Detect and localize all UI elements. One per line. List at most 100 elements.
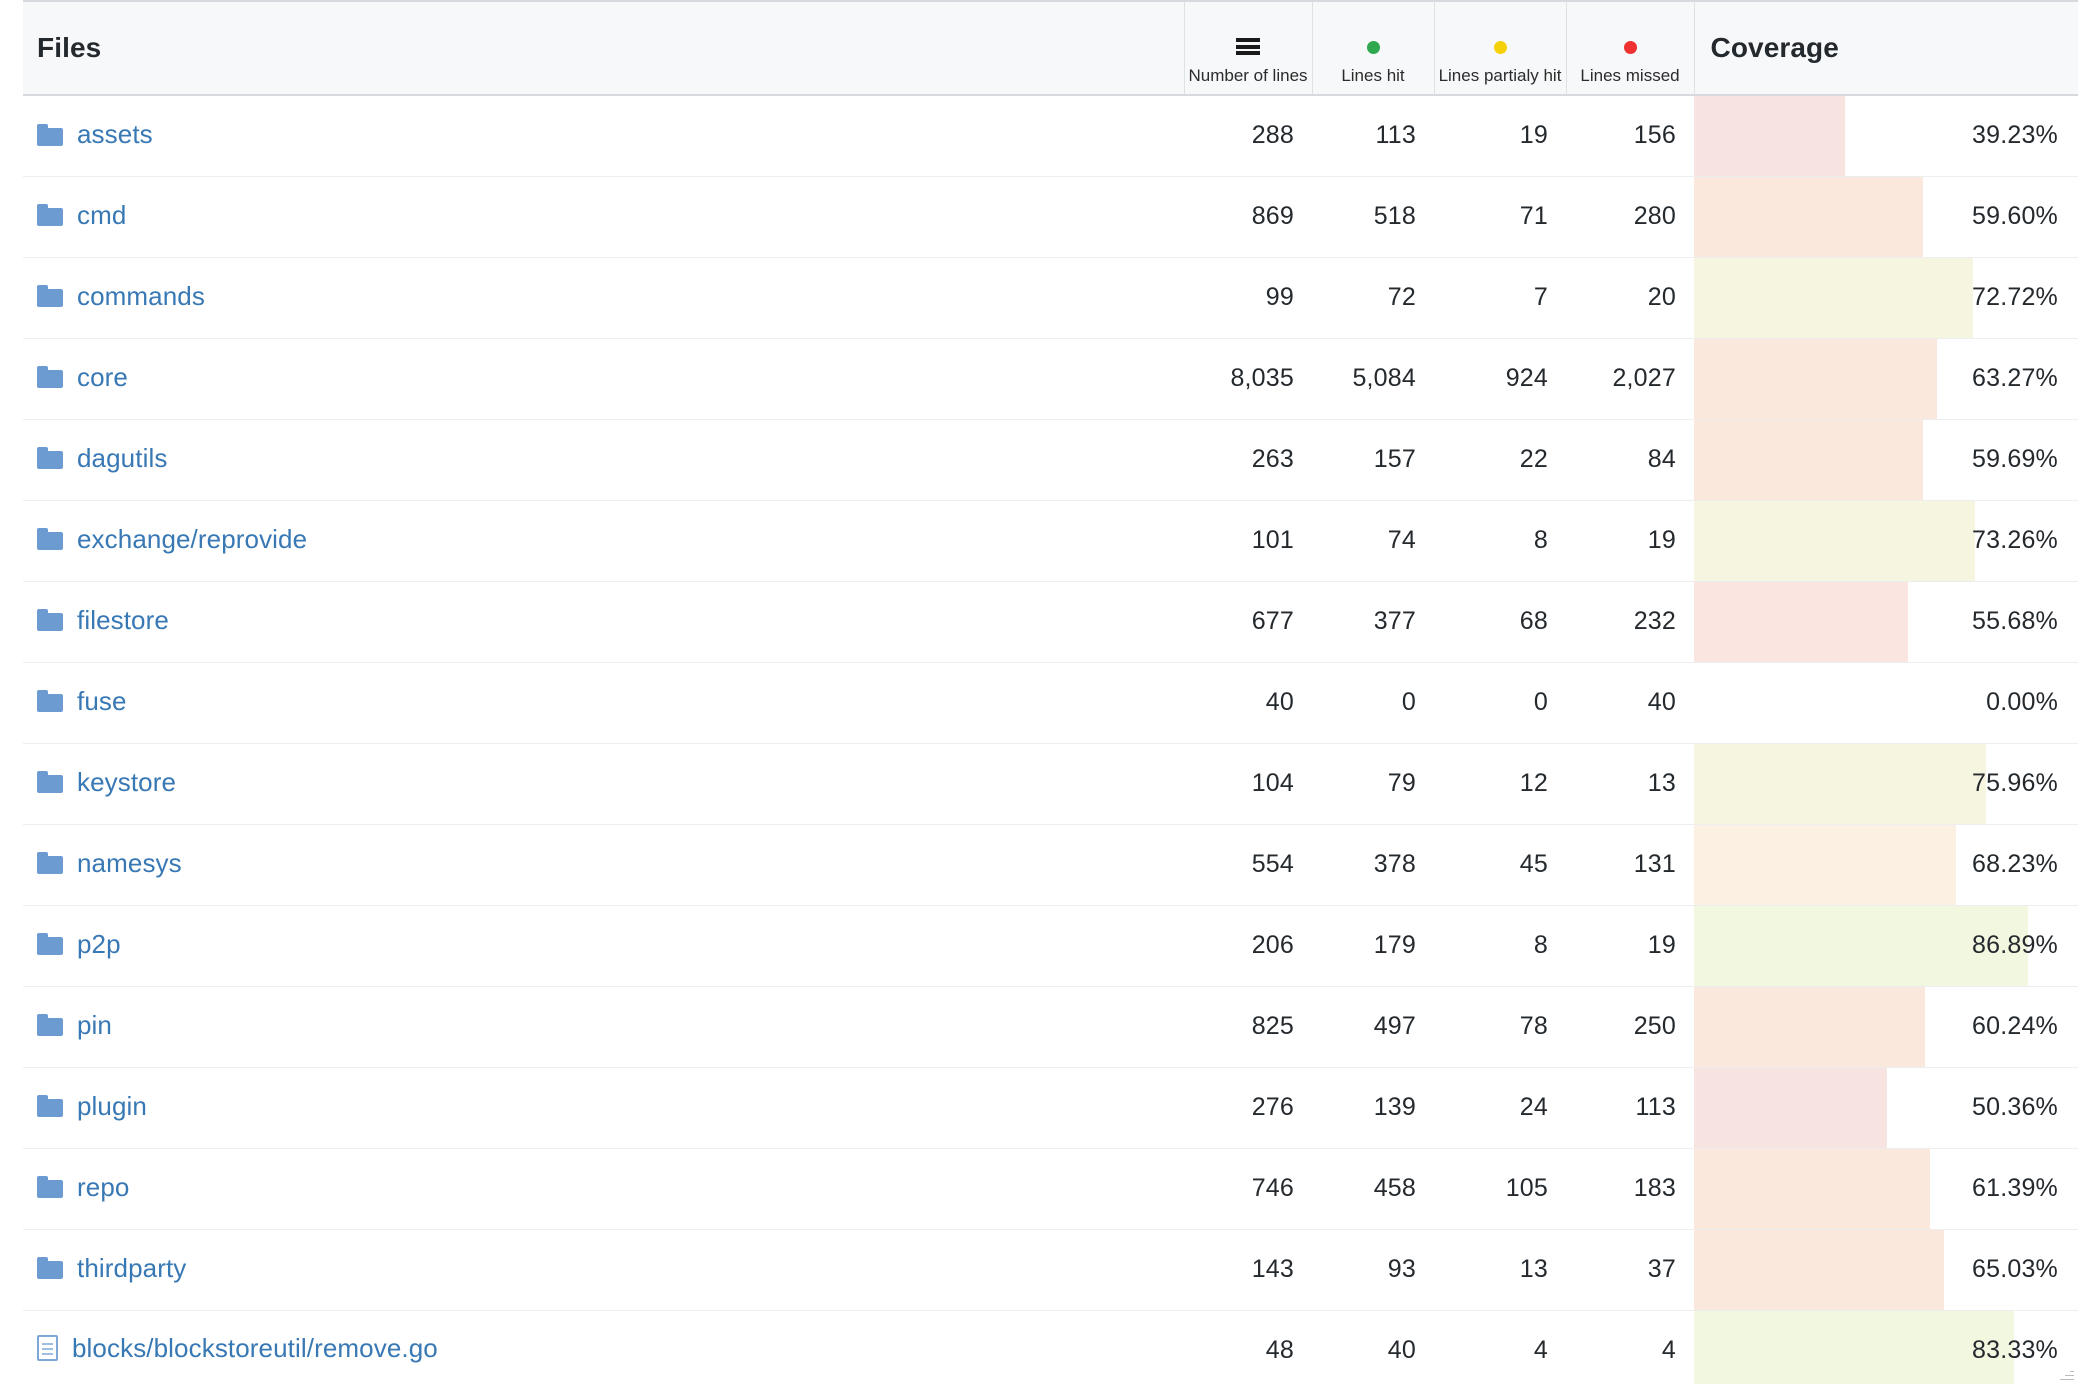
coverage-percent: 73.26% bbox=[1972, 526, 2058, 554]
lines-missed-cell: 131 bbox=[1566, 824, 1694, 906]
file-name-label: cmd bbox=[77, 199, 127, 230]
file-link[interactable]: blocks/blockstoreutil/remove.go bbox=[37, 1333, 438, 1364]
table-row: repo 746 458 105 183 61.39% bbox=[23, 1148, 2078, 1230]
column-header-files[interactable]: Files bbox=[23, 2, 1184, 96]
lines-hit-cell: 458 bbox=[1312, 1148, 1434, 1230]
file-link[interactable]: fuse bbox=[37, 686, 127, 717]
file-link[interactable]: assets bbox=[37, 119, 153, 150]
file-name-label: namesys bbox=[77, 847, 182, 878]
column-header-number-of-lines[interactable]: Number of lines bbox=[1183, 2, 1312, 96]
table-header-row: Files Number of lines Lines hit Lines pa… bbox=[23, 2, 2078, 96]
file-link[interactable]: exchange/reprovide bbox=[37, 524, 307, 555]
lines-partialy-hit-cell: 19 bbox=[1434, 95, 1566, 177]
number-of-lines-cell: 40 bbox=[1184, 662, 1312, 744]
coverage-percent: 39.23% bbox=[1972, 121, 2058, 150]
coverage-percent: 72.72% bbox=[1972, 283, 2058, 311]
coverage-percent: 75.96% bbox=[1972, 769, 2058, 797]
coverage-report-page: Files Number of lines Lines hit Lines pa… bbox=[0, 0, 2078, 1384]
file-link[interactable]: cmd bbox=[37, 200, 126, 231]
lines-partialy-hit-cell: 71 bbox=[1434, 176, 1566, 258]
file-name-cell: exchange/reprovide bbox=[23, 500, 1184, 582]
file-link[interactable]: core bbox=[37, 362, 128, 393]
file-link[interactable]: repo bbox=[37, 1172, 129, 1203]
lines-partialy-hit-cell: 8 bbox=[1434, 905, 1566, 987]
folder-icon bbox=[37, 204, 63, 227]
lines-missed-cell: 156 bbox=[1566, 95, 1694, 177]
lines-hit-cell: 74 bbox=[1312, 500, 1434, 582]
lines-hit-cell: 113 bbox=[1312, 95, 1434, 177]
column-header-lines-hit[interactable]: Lines hit bbox=[1311, 2, 1434, 96]
file-link[interactable]: keystore bbox=[37, 767, 176, 798]
lines-hit-cell: 0 bbox=[1312, 662, 1434, 744]
column-header-lines-missed[interactable]: Lines missed bbox=[1565, 2, 1694, 96]
lines-missed-cell: 40 bbox=[1566, 662, 1694, 744]
table-row: namesys 554 378 45 131 68.23% bbox=[23, 824, 2078, 906]
yellow-dot-icon bbox=[1493, 41, 1507, 54]
column-header-coverage[interactable]: Coverage bbox=[1693, 2, 2078, 96]
file-link[interactable]: thirdparty bbox=[37, 1253, 186, 1284]
file-name-label: pin bbox=[77, 1009, 112, 1040]
coverage-bar bbox=[1694, 1067, 1888, 1148]
column-header-lines-partialy-hit[interactable]: Lines partialy hit bbox=[1433, 2, 1566, 96]
lines-partialy-hit-cell: 45 bbox=[1434, 824, 1566, 906]
coverage-cell: 83.33% bbox=[1694, 1310, 2078, 1384]
lines-missed-cell: 280 bbox=[1566, 176, 1694, 258]
file-name-cell: cmd bbox=[23, 176, 1184, 258]
folder-icon bbox=[37, 447, 63, 470]
number-of-lines-cell: 869 bbox=[1184, 176, 1312, 258]
file-name-label: blocks/blockstoreutil/remove.go bbox=[72, 1332, 438, 1363]
number-of-lines-cell: 554 bbox=[1184, 824, 1312, 906]
file-icon bbox=[37, 1335, 58, 1362]
file-name-cell: fuse bbox=[23, 662, 1184, 744]
table-row: filestore 677 377 68 232 55.68% bbox=[23, 581, 2078, 663]
lines-partialy-hit-cell: 68 bbox=[1434, 581, 1566, 663]
coverage-cell: 63.27% bbox=[1694, 338, 2078, 420]
file-link[interactable]: pin bbox=[37, 1010, 112, 1041]
lines-hit-cell: 5,084 bbox=[1312, 338, 1434, 420]
coverage-percent: 83.33% bbox=[1972, 1336, 2058, 1364]
file-name-label: plugin bbox=[77, 1090, 147, 1121]
coverage-cell: 65.03% bbox=[1694, 1229, 2078, 1311]
lines-partialy-hit-cell: 8 bbox=[1434, 500, 1566, 582]
lines-hit-cell: 497 bbox=[1312, 986, 1434, 1068]
file-name-label: commands bbox=[77, 280, 205, 311]
folder-icon bbox=[37, 285, 63, 308]
file-name-cell: plugin bbox=[23, 1067, 1184, 1149]
folder-icon bbox=[37, 123, 63, 146]
file-name-label: repo bbox=[77, 1171, 130, 1202]
file-link[interactable]: filestore bbox=[37, 605, 169, 636]
folder-icon bbox=[37, 1095, 63, 1118]
lines-hit-cell: 79 bbox=[1312, 743, 1434, 825]
file-name-label: assets bbox=[77, 119, 153, 149]
file-link[interactable]: commands bbox=[37, 281, 205, 312]
lines-missed-cell: 2,027 bbox=[1566, 338, 1694, 420]
lines-missed-cell: 4 bbox=[1566, 1310, 1694, 1384]
table-row: assets 288 113 19 156 39.23% bbox=[23, 95, 2078, 177]
lines-partialy-hit-cell: 105 bbox=[1434, 1148, 1566, 1230]
coverage-bar bbox=[1694, 338, 1937, 419]
file-link[interactable]: plugin bbox=[37, 1091, 147, 1122]
number-of-lines-cell: 825 bbox=[1184, 986, 1312, 1068]
lines-missed-cell: 113 bbox=[1566, 1067, 1694, 1149]
number-of-lines-cell: 206 bbox=[1184, 905, 1312, 987]
resize-handle[interactable] bbox=[2060, 1366, 2074, 1380]
coverage-percent: 86.89% bbox=[1972, 931, 2058, 959]
table-row: p2p 206 179 8 19 86.89% bbox=[23, 905, 2078, 987]
column-header-lines-missed-label: Lines missed bbox=[1580, 66, 1680, 85]
file-link[interactable]: dagutils bbox=[37, 443, 167, 474]
file-name-label: p2p bbox=[77, 928, 121, 959]
file-name-label: filestore bbox=[77, 604, 169, 635]
lines-hit-cell: 179 bbox=[1312, 905, 1434, 987]
file-name-label: exchange/reprovide bbox=[77, 523, 308, 554]
coverage-percent: 50.36% bbox=[1972, 1093, 2058, 1121]
coverage-cell: 73.26% bbox=[1694, 500, 2078, 582]
red-dot-icon bbox=[1623, 41, 1637, 54]
file-link[interactable]: p2p bbox=[37, 929, 121, 960]
coverage-cell: 50.36% bbox=[1694, 1067, 2078, 1149]
lines-missed-cell: 250 bbox=[1566, 986, 1694, 1068]
file-name-cell: keystore bbox=[23, 743, 1184, 825]
coverage-bar bbox=[1694, 257, 1974, 338]
file-name-cell: repo bbox=[23, 1148, 1184, 1230]
file-link[interactable]: namesys bbox=[37, 848, 182, 879]
column-header-lines-hit-label: Lines hit bbox=[1341, 66, 1405, 85]
